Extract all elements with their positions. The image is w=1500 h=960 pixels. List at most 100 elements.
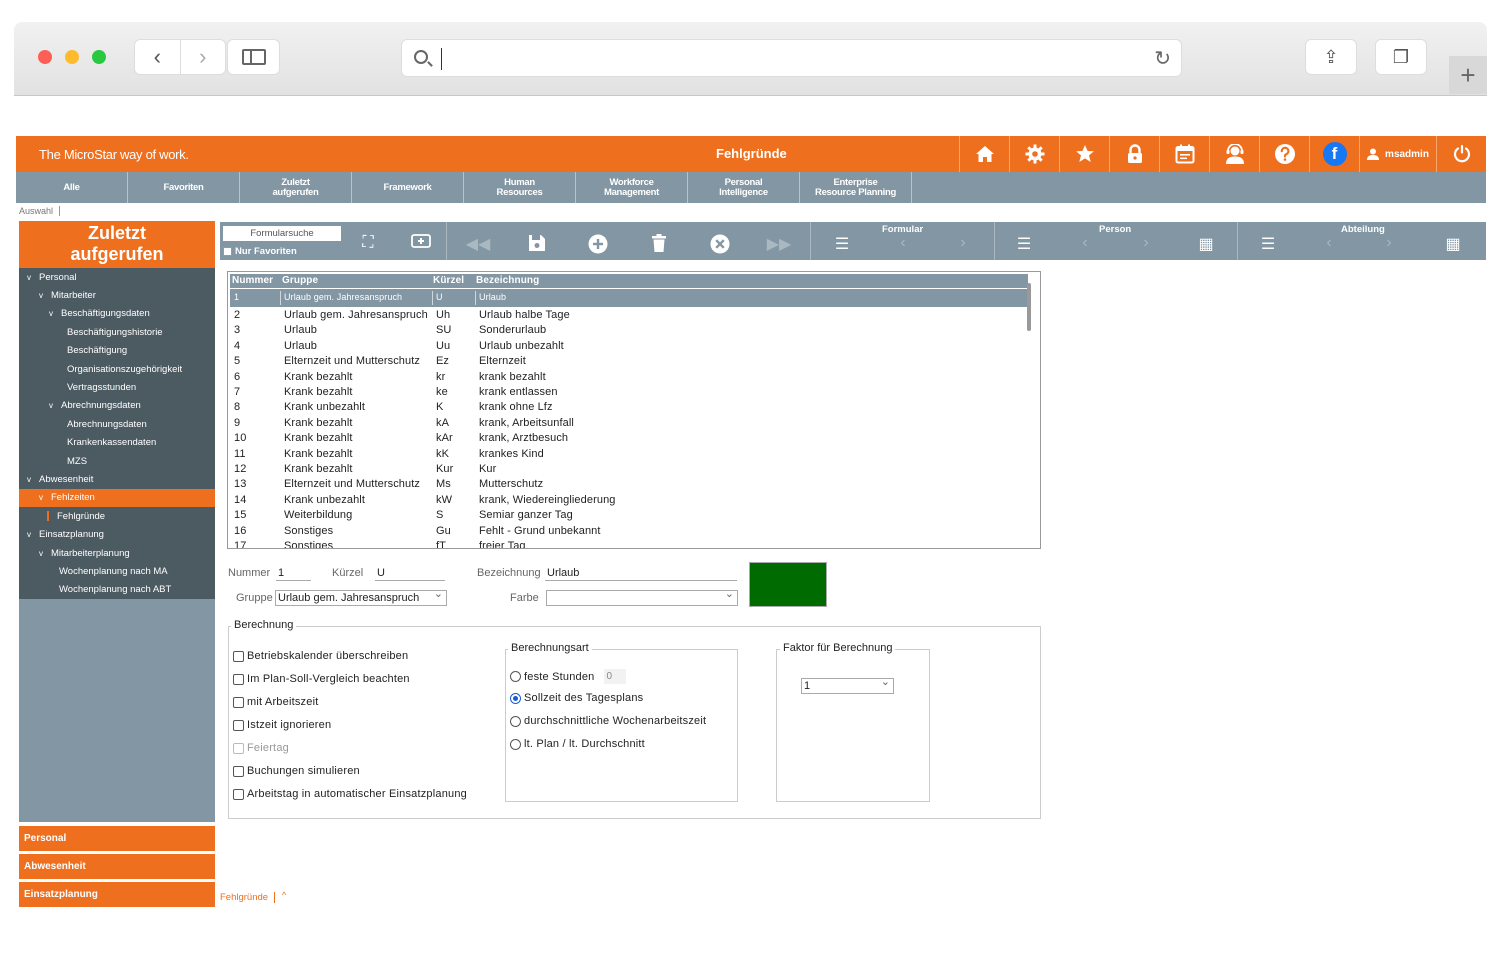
user-menu[interactable]: msadmin — [1359, 136, 1436, 172]
table-row[interactable]: 12 Krank bezahlt Kur Kur — [230, 462, 1028, 477]
chevron-down-icon[interactable]: v — [49, 309, 55, 318]
sidebar-item[interactable]: v Beschäftigungsdaten — [19, 305, 215, 323]
color-preview[interactable] — [749, 562, 827, 607]
chevron-down-icon[interactable]: v — [27, 475, 33, 484]
checkbox[interactable] — [233, 673, 244, 685]
new-tab-button[interactable]: + — [1449, 56, 1487, 94]
person-prev-icon[interactable]: ‹ — [1070, 234, 1100, 252]
table-row[interactable]: 11 Krank bezahlt kK krankes Kind — [230, 447, 1028, 462]
table-row[interactable]: 9 Krank bezahlt kA krank, Arbeitsunfall — [230, 416, 1028, 431]
list-icon[interactable]: ☰ — [827, 234, 857, 254]
address-bar[interactable]: ↻ — [401, 39, 1182, 77]
tab-zuletzt-aufgerufen[interactable]: Zuletzt aufgerufen — [240, 172, 352, 203]
col-nummer[interactable]: Nummer — [232, 275, 273, 286]
sidebar-item[interactable]: v Abwesenheit — [19, 470, 215, 488]
save-icon[interactable] — [522, 234, 552, 257]
close-window-button[interactable] — [38, 50, 52, 64]
col-bezeichnung[interactable]: Bezeichnung — [476, 275, 539, 286]
berechnungsart-option[interactable]: durchschnittliche Wochenarbeitszeit — [510, 715, 706, 727]
table-row[interactable]: 5 Elternzeit und Mutterschutz Ez Elternzeit — [230, 354, 1028, 369]
checkbox[interactable] — [233, 719, 244, 731]
support-icon[interactable] — [1209, 136, 1259, 172]
breadcrumb[interactable]: Auswahl — [19, 206, 61, 216]
table-row[interactable]: 14 Krank unbezahlt kW krank, Wiedereinglied… — [230, 493, 1028, 508]
back-button[interactable]: ‹ — [135, 40, 180, 74]
person-list-icon[interactable]: ☰ — [1009, 234, 1039, 254]
department-list-icon[interactable]: ☰ — [1253, 234, 1283, 254]
checkbox[interactable] — [233, 650, 244, 662]
radio-button[interactable] — [510, 738, 521, 750]
table-row[interactable]: 16 Sonstiges Gu Fehlt - Grund unbekannt — [230, 524, 1028, 539]
next-icon[interactable]: › — [948, 234, 978, 252]
bezeichnung-field[interactable]: Urlaub — [545, 565, 737, 581]
sidebar-item[interactable]: Wochenplanung nach MA — [19, 562, 215, 580]
sidebar-section-abwesenheit[interactable]: Abwesenheit — [19, 854, 215, 879]
sidebar-toggle-button[interactable] — [227, 39, 280, 75]
help-icon[interactable] — [1259, 136, 1309, 172]
berechnungsart-option[interactable]: feste Stunden 0 — [510, 669, 626, 684]
radio-button[interactable] — [510, 671, 521, 682]
facebook-icon[interactable]: f — [1309, 136, 1359, 172]
footer-breadcrumb[interactable]: Fehlgründe — [220, 892, 276, 903]
share-button[interactable]: ⇪ — [1305, 39, 1357, 75]
table-scrollbar[interactable] — [1027, 283, 1031, 331]
berechnung-checkbox[interactable]: Buchungen simulieren — [233, 765, 360, 777]
chevron-down-icon[interactable]: v — [39, 549, 45, 558]
person-grid-icon[interactable]: ▦ — [1191, 234, 1221, 254]
berechnung-checkbox[interactable]: Im Plan-Soll-Vergleich beachten — [233, 673, 410, 685]
form-search-input[interactable]: Formularsuche — [223, 226, 341, 241]
radio-button[interactable] — [510, 715, 521, 727]
table-row-selected[interactable]: 1 Urlaub gem. Jahresanspruch U Urlaub — [230, 289, 1028, 307]
prev-icon[interactable]: ‹ — [888, 234, 918, 252]
col-gruppe[interactable]: Gruppe — [282, 275, 318, 286]
table-row[interactable]: 4 Urlaub Uu Urlaub unbezahlt — [230, 339, 1028, 354]
sidebar-item[interactable]: MZS — [19, 452, 215, 470]
berechnungsart-option[interactable]: Sollzeit des Tagesplans — [510, 692, 643, 704]
berechnung-checkbox[interactable]: Betriebskalender überschreiben — [233, 650, 408, 662]
sidebar-item[interactable]: Vertragsstunden — [19, 378, 215, 396]
star-icon[interactable] — [1059, 136, 1109, 172]
sidebar-item[interactable]: v Personal — [19, 268, 215, 286]
forward-button[interactable]: › — [179, 40, 226, 74]
sidebar-section-einsatzplanung[interactable]: Einsatzplanung — [19, 882, 215, 907]
sidebar-item[interactable]: Abrechnungsdaten — [19, 415, 215, 433]
tab-alle[interactable]: Alle — [16, 172, 128, 203]
chevron-down-icon[interactable]: v — [39, 291, 45, 300]
only-favorites-toggle[interactable]: Nur Favoriten — [223, 246, 297, 257]
chevron-down-icon[interactable]: v — [39, 493, 45, 502]
table-row[interactable]: 8 Krank unbezahlt Kkrank ohne Lfz — [230, 400, 1028, 415]
checkbox[interactable] — [223, 247, 232, 256]
tab-human-resources[interactable]: Human Resources — [464, 172, 576, 203]
table-row[interactable]: 6 Krank bezahlt kr krank bezahlt — [230, 370, 1028, 385]
tab-overview-button[interactable]: ❐ — [1375, 39, 1427, 75]
radio-button[interactable] — [510, 692, 521, 704]
gear-icon[interactable] — [1009, 136, 1059, 172]
fullscreen-icon[interactable]: ⛶ — [353, 234, 383, 252]
new-window-icon[interactable] — [406, 234, 436, 253]
first-record-icon[interactable]: ◀◀ — [463, 234, 493, 254]
department-grid-icon[interactable]: ▦ — [1438, 234, 1468, 254]
farbe-select[interactable] — [546, 587, 738, 606]
chevron-down-icon[interactable]: v — [27, 273, 33, 282]
collapse-caret[interactable]: ^ — [282, 890, 286, 900]
person-next-icon[interactable]: › — [1131, 234, 1161, 252]
berechnung-checkbox[interactable]: Arbeitstag in automatischer Einsatzplanu… — [233, 788, 467, 800]
sidebar-item[interactable]: Krankenkassendaten — [19, 434, 215, 452]
sidebar-item[interactable]: Beschäftigungshistorie — [19, 323, 215, 341]
table-row[interactable]: 2 Urlaub gem. Jahresanspruch Uh Urlaub halb… — [230, 308, 1028, 323]
sidebar-item[interactable]: v Mitarbeiterplanung — [19, 544, 215, 562]
sidebar-item[interactable]: v Fehlzeiten — [19, 488, 215, 508]
department-prev-icon[interactable]: ‹ — [1314, 234, 1344, 252]
berechnungsart-option[interactable]: lt. Plan / lt. Durchschnitt — [510, 738, 645, 750]
department-next-icon[interactable]: › — [1374, 234, 1404, 252]
sidebar-item[interactable]: Wochenplanung nach ABT — [19, 581, 215, 599]
col-kuerzel[interactable]: Kürzel — [433, 275, 464, 286]
home-icon[interactable] — [959, 136, 1009, 172]
reload-icon[interactable]: ↻ — [1154, 46, 1171, 71]
lock-icon[interactable] — [1109, 136, 1159, 172]
add-record-icon[interactable] — [583, 234, 613, 259]
sidebar-item[interactable]: v Einsatzplanung — [19, 525, 215, 543]
table-row[interactable]: 3 Urlaub SU Sonderurlaub — [230, 323, 1028, 338]
calendar-icon[interactable] — [1159, 136, 1209, 172]
sidebar-item[interactable]: v Abrechnungsdaten — [19, 397, 215, 415]
